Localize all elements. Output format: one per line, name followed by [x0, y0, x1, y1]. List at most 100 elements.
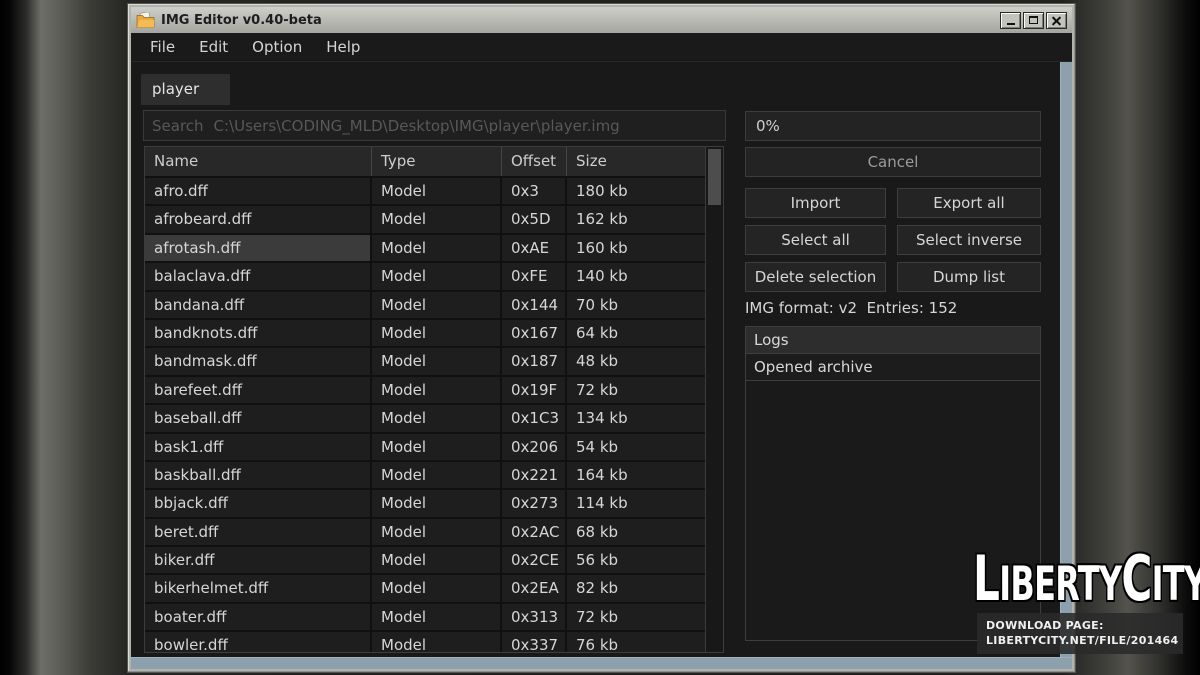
cell-offset[interactable]: 0x3 [502, 178, 565, 204]
cell-size[interactable]: 160 kb [567, 235, 705, 261]
cell-name[interactable]: bbjack.dff [145, 490, 370, 516]
cell-name[interactable]: bowler.dff [145, 632, 370, 652]
search-input[interactable]: Search C:\Users\CODING_MLD\Desktop\IMG\p… [143, 110, 726, 141]
cell-offset[interactable]: 0x19F [502, 377, 565, 403]
tab-player[interactable]: player [141, 74, 230, 105]
table-row[interactable]: beret.dffModel0x2AC68 kb [145, 519, 705, 545]
cell-size[interactable]: 82 kb [567, 575, 705, 601]
cell-type[interactable]: Model [372, 263, 500, 289]
cell-name[interactable]: boater.dff [145, 604, 370, 630]
cell-offset[interactable]: 0x5D [502, 206, 565, 232]
menu-item-option[interactable]: Option [240, 38, 314, 56]
column-header-type[interactable]: Type [372, 147, 502, 176]
import-button[interactable]: Import [745, 188, 886, 218]
menu-item-file[interactable]: File [138, 38, 187, 56]
cell-type[interactable]: Model [372, 462, 500, 488]
cell-offset[interactable]: 0x337 [502, 632, 565, 652]
cell-type[interactable]: Model [372, 490, 500, 516]
table-row[interactable]: afrotash.dffModel0xAE160 kb [145, 235, 705, 261]
scrollbar-thumb[interactable] [708, 149, 721, 205]
table-row[interactable]: bandknots.dffModel0x16764 kb [145, 320, 705, 346]
cell-offset[interactable]: 0x1C3 [502, 405, 565, 431]
menu-item-help[interactable]: Help [314, 38, 372, 56]
cell-size[interactable]: 76 kb [567, 632, 705, 652]
table-row[interactable]: bandmask.dffModel0x18748 kb [145, 348, 705, 374]
cell-offset[interactable]: 0x167 [502, 320, 565, 346]
cell-size[interactable]: 180 kb [567, 178, 705, 204]
cell-name[interactable]: bask1.dff [145, 434, 370, 460]
cell-type[interactable]: Model [372, 632, 500, 652]
select-inverse-button[interactable]: Select inverse [897, 225, 1041, 255]
cell-type[interactable]: Model [372, 604, 500, 630]
cell-size[interactable]: 68 kb [567, 519, 705, 545]
column-header-name[interactable]: Name [145, 147, 372, 176]
cell-name[interactable]: biker.dff [145, 547, 370, 573]
cell-size[interactable]: 164 kb [567, 462, 705, 488]
cancel-button[interactable]: Cancel [745, 147, 1041, 177]
cell-size[interactable]: 114 kb [567, 490, 705, 516]
table-row[interactable]: bandana.dffModel0x14470 kb [145, 292, 705, 318]
cell-type[interactable]: Model [372, 519, 500, 545]
table-row[interactable]: afro.dffModel0x3180 kb [145, 178, 705, 204]
cell-type[interactable]: Model [372, 292, 500, 318]
cell-offset[interactable]: 0x2CE [502, 547, 565, 573]
cell-type[interactable]: Model [372, 377, 500, 403]
table-row[interactable]: bowler.dffModel0x33776 kb [145, 632, 705, 652]
cell-type[interactable]: Model [372, 547, 500, 573]
cell-size[interactable]: 134 kb [567, 405, 705, 431]
cell-size[interactable]: 56 kb [567, 547, 705, 573]
column-header-size[interactable]: Size [567, 147, 705, 176]
cell-size[interactable]: 48 kb [567, 348, 705, 374]
cell-name[interactable]: bandmask.dff [145, 348, 370, 374]
horizontal-scrollbar[interactable] [131, 657, 1072, 669]
cell-type[interactable]: Model [372, 320, 500, 346]
cell-type[interactable]: Model [372, 348, 500, 374]
cell-name[interactable]: afrobeard.dff [145, 206, 370, 232]
cell-name[interactable]: bikerhelmet.dff [145, 575, 370, 601]
table-row[interactable]: balaclava.dffModel0xFE140 kb [145, 263, 705, 289]
cell-size[interactable]: 64 kb [567, 320, 705, 346]
cell-size[interactable]: 54 kb [567, 434, 705, 460]
titlebar[interactable]: IMG Editor v0.40-beta [131, 7, 1072, 33]
cell-type[interactable]: Model [372, 235, 500, 261]
cell-offset[interactable]: 0x206 [502, 434, 565, 460]
table-row[interactable]: boater.dffModel0x31372 kb [145, 604, 705, 630]
menu-item-edit[interactable]: Edit [187, 38, 240, 56]
cell-name[interactable]: afrotash.dff [145, 235, 370, 261]
export-all-button[interactable]: Export all [897, 188, 1041, 218]
cell-type[interactable]: Model [372, 206, 500, 232]
dump-list-button[interactable]: Dump list [897, 262, 1041, 292]
cell-size[interactable]: 72 kb [567, 604, 705, 630]
cell-name[interactable]: bandknots.dff [145, 320, 370, 346]
cell-type[interactable]: Model [372, 575, 500, 601]
table-row[interactable]: barefeet.dffModel0x19F72 kb [145, 377, 705, 403]
cell-offset[interactable]: 0x2AC [502, 519, 565, 545]
table-row[interactable]: bask1.dffModel0x20654 kb [145, 434, 705, 460]
cell-name[interactable]: baskball.dff [145, 462, 370, 488]
cell-name[interactable]: baseball.dff [145, 405, 370, 431]
cell-offset[interactable]: 0x187 [502, 348, 565, 374]
cell-size[interactable]: 140 kb [567, 263, 705, 289]
cell-name[interactable]: bandana.dff [145, 292, 370, 318]
cell-size[interactable]: 72 kb [567, 377, 705, 403]
cell-size[interactable]: 70 kb [567, 292, 705, 318]
table-scrollbar[interactable] [705, 147, 723, 652]
cell-offset[interactable]: 0xFE [502, 263, 565, 289]
select-all-button[interactable]: Select all [745, 225, 886, 255]
table-row[interactable]: bikerhelmet.dffModel0x2EA82 kb [145, 575, 705, 601]
cell-size[interactable]: 162 kb [567, 206, 705, 232]
cell-name[interactable]: balaclava.dff [145, 263, 370, 289]
cell-type[interactable]: Model [372, 405, 500, 431]
cell-offset[interactable]: 0xAE [502, 235, 565, 261]
cell-offset[interactable]: 0x144 [502, 292, 565, 318]
table-row[interactable]: biker.dffModel0x2CE56 kb [145, 547, 705, 573]
close-button[interactable] [1046, 12, 1067, 29]
cell-name[interactable]: beret.dff [145, 519, 370, 545]
cell-offset[interactable]: 0x221 [502, 462, 565, 488]
cell-type[interactable]: Model [372, 178, 500, 204]
cell-name[interactable]: barefeet.dff [145, 377, 370, 403]
table-row[interactable]: baseball.dffModel0x1C3134 kb [145, 405, 705, 431]
table-row[interactable]: baskball.dffModel0x221164 kb [145, 462, 705, 488]
maximize-button[interactable] [1023, 12, 1044, 29]
table-row[interactable]: bbjack.dffModel0x273114 kb [145, 490, 705, 516]
